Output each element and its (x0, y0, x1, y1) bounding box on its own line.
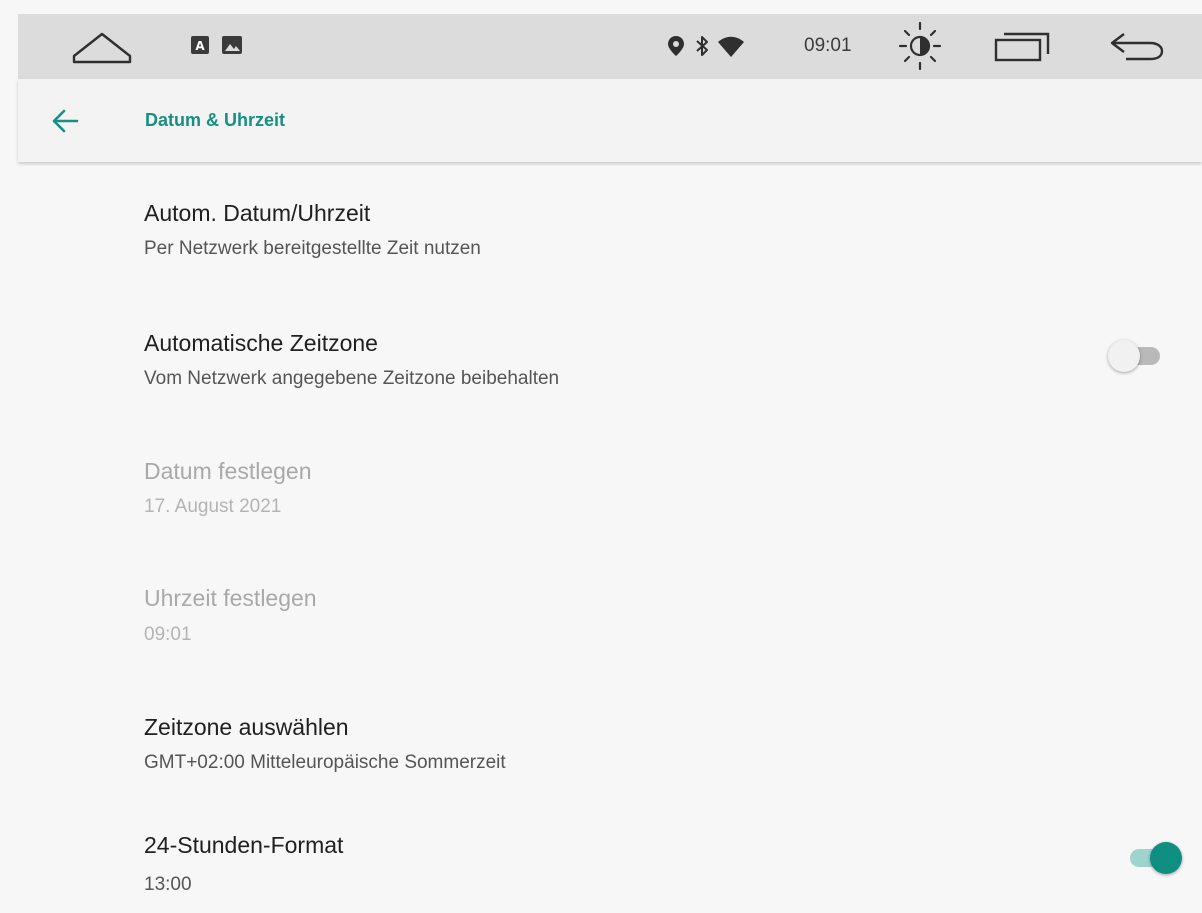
notification-image-icon (221, 36, 243, 54)
status-bar: A 09:01 (18, 14, 1202, 79)
setting-title: Datum festlegen (144, 458, 312, 484)
app-bar: Datum & Uhrzeit (18, 79, 1202, 162)
auto-timezone-switch[interactable] (1108, 338, 1168, 374)
setting-summary: Per Netzwerk bereitgestellte Zeit nutzen (144, 238, 481, 259)
setting-summary: 13:00 (144, 874, 192, 895)
setting-title: Zeitzone auswählen (144, 714, 349, 740)
setting-title: Autom. Datum/Uhrzeit (144, 200, 371, 226)
setting-title: Automatische Zeitzone (144, 330, 378, 356)
home-icon[interactable] (70, 24, 134, 68)
recents-icon[interactable] (992, 26, 1054, 66)
arrow-left-icon[interactable] (51, 107, 79, 135)
setting-title: 24-Stunden-Format (144, 832, 344, 858)
back-icon[interactable] (1104, 26, 1170, 66)
setting-summary: Vom Netzwerk angegebene Zeitzone beibeha… (144, 368, 560, 389)
setting-set-time: Uhrzeit festlegen 09:01 (18, 546, 1202, 674)
setting-auto-date-time[interactable]: Autom. Datum/Uhrzeit Per Netzwerk bereit… (18, 162, 1202, 290)
setting-summary: 17. August 2021 (144, 496, 282, 517)
location-icon (666, 34, 686, 58)
setting-auto-timezone[interactable]: Automatische Zeitzone Vom Netzwerk angeg… (18, 290, 1202, 418)
setting-summary: 09:01 (144, 624, 192, 645)
settings-screen: A 09:01 Datum & Uhrzeit Autom. Datum/Uhr… (0, 0, 1202, 913)
brightness-icon[interactable] (892, 18, 948, 74)
setting-select-timezone[interactable]: Zeitzone auswählen GMT+02:00 Mitteleurop… (18, 674, 1202, 802)
settings-list: Autom. Datum/Uhrzeit Per Netzwerk bereit… (18, 162, 1202, 913)
setting-set-date: Datum festlegen 17. August 2021 (18, 418, 1202, 546)
setting-summary: GMT+02:00 Mitteleuropäische Sommerzeit (144, 752, 506, 773)
wifi-icon (717, 36, 745, 58)
notification-a-icon: A (191, 36, 209, 54)
page-title: Datum & Uhrzeit (145, 110, 286, 130)
setting-24-hour-format[interactable]: 24-Stunden-Format 13:00 (18, 802, 1202, 913)
status-time: 09:01 (804, 35, 852, 56)
switch-thumb (1150, 842, 1182, 874)
switch-thumb (1108, 340, 1140, 372)
svg-text:A: A (195, 39, 205, 53)
setting-title: Uhrzeit festlegen (144, 585, 317, 611)
24-hour-format-switch[interactable] (1122, 840, 1182, 876)
bluetooth-icon (692, 34, 712, 58)
